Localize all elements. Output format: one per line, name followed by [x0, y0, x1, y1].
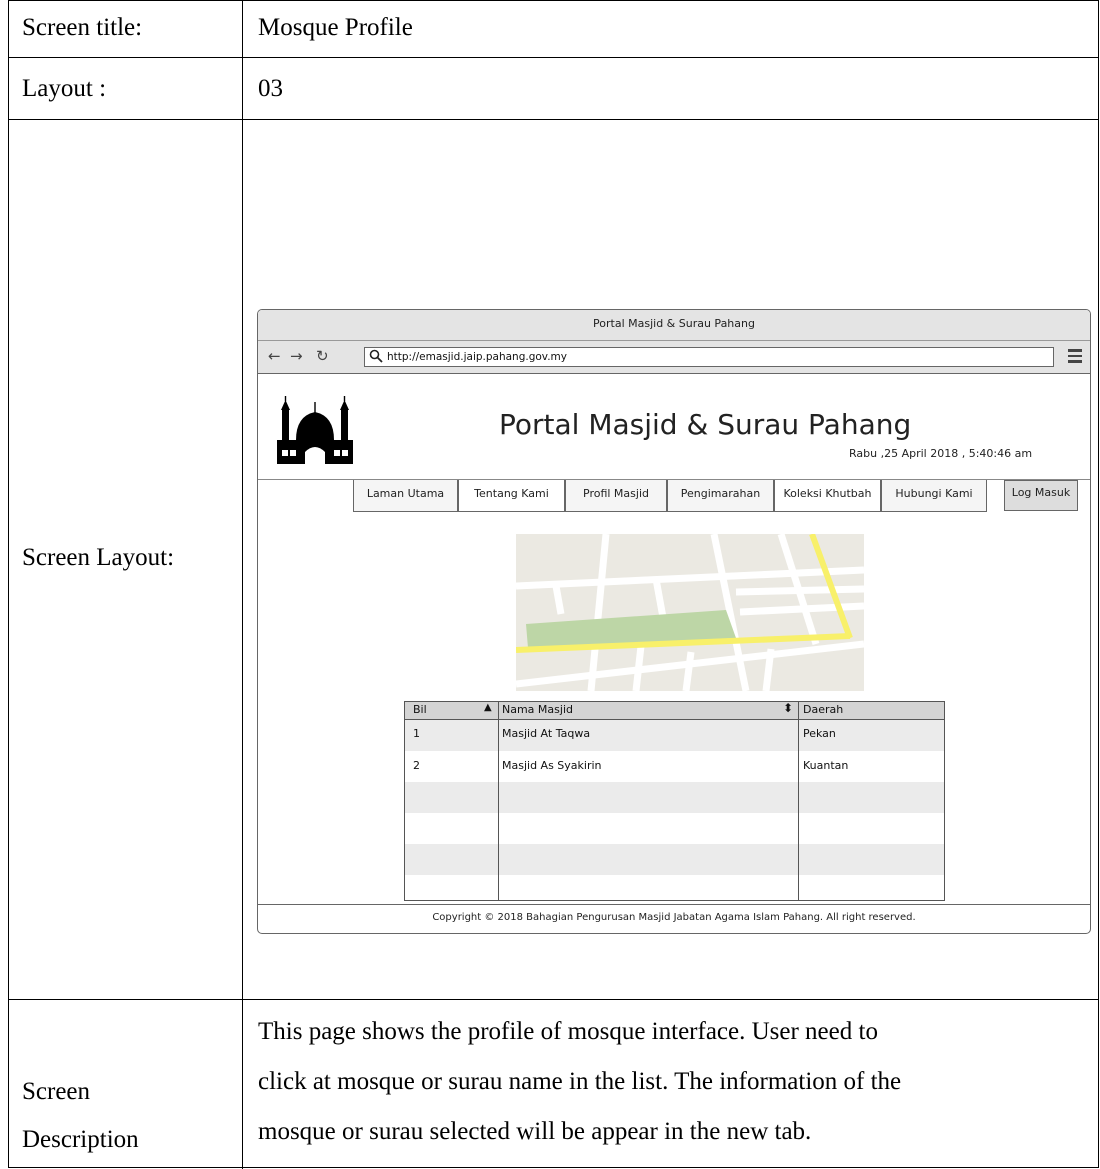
forward-arrow-icon[interactable]: → — [290, 345, 303, 367]
description-label-line1: Screen — [22, 1078, 91, 1105]
screen-title-value: Mosque Profile — [258, 14, 413, 41]
table-row[interactable] — [405, 844, 944, 875]
table-row-divider — [8, 119, 1099, 120]
description-line2: click at mosque or surau name in the lis… — [258, 1068, 902, 1095]
nav-tentang-kami[interactable]: Tentang Kami — [458, 480, 565, 512]
hamburger-menu-icon[interactable] — [1068, 349, 1082, 363]
browser-address-bar: ← → ↻ http://emasjid.jaip.pahang.gov.my — [258, 341, 1090, 374]
reload-icon[interactable]: ↻ — [316, 345, 329, 367]
map-widget[interactable] — [516, 534, 864, 691]
mosque-silhouette-icon — [277, 396, 353, 464]
layout-label: Layout : — [22, 75, 107, 102]
table-row[interactable] — [405, 720, 944, 751]
cell-daerah: Pekan — [803, 727, 836, 740]
cell-bil: 1 — [413, 727, 420, 740]
screen-title-label: Screen title: — [22, 14, 143, 41]
layout-value: 03 — [258, 75, 283, 102]
url-text: http://emasjid.jaip.pahang.gov.my — [387, 351, 567, 363]
cell-daerah: Kuantan — [803, 759, 849, 772]
header-bil[interactable]: Bil — [413, 703, 427, 716]
sort-toggle-icon[interactable]: ⬍ — [783, 701, 793, 715]
table-row[interactable] — [405, 782, 944, 813]
description-line1: This page shows the profile of mosque in… — [258, 1018, 878, 1045]
nav-laman-utama[interactable]: Laman Utama — [353, 480, 458, 512]
mosque-list-table: Bil ▲ Nama Masjid ⬍ Daerah 1 Masjid At T… — [404, 701, 945, 901]
cell-nama-masjid[interactable]: Masjid At Taqwa — [502, 727, 590, 740]
back-arrow-icon[interactable]: ← — [268, 345, 281, 367]
nav-hubungi-kami[interactable]: Hubungi Kami — [881, 480, 987, 512]
copyright-footer: Copyright © 2018 Bahagian Pengurusan Mas… — [432, 912, 916, 923]
nav-pengimarahan[interactable]: Pengimarahan — [667, 480, 774, 512]
search-icon — [369, 349, 383, 363]
screen-layout-label: Screen Layout: — [22, 544, 175, 571]
browser-mockup: Portal Masjid & Surau Pahang ← → ↻ http:… — [257, 309, 1091, 934]
description-label-line2: Description — [22, 1126, 139, 1153]
cell-bil: 2 — [413, 759, 420, 772]
footer-divider — [258, 904, 1090, 905]
browser-title-bar: Portal Masjid & Surau Pahang — [258, 310, 1090, 341]
table-row[interactable] — [405, 813, 944, 844]
login-button[interactable]: Log Masuk — [1004, 480, 1078, 511]
description-line3: mosque or surau selected will be appear … — [258, 1118, 812, 1145]
table-row-divider — [8, 999, 1099, 1000]
nav-koleksi-khutbah[interactable]: Koleksi Khutbah — [774, 480, 881, 512]
cell-nama-masjid[interactable]: Masjid As Syakirin — [502, 759, 602, 772]
sort-asc-icon[interactable]: ▲ — [484, 702, 492, 713]
header-nama-masjid[interactable]: Nama Masjid — [502, 703, 573, 716]
column-divider — [498, 702, 499, 900]
table-row-divider — [8, 57, 1099, 58]
nav-profil-masjid[interactable]: Profil Masjid — [565, 480, 667, 512]
header-daerah[interactable]: Daerah — [803, 703, 843, 716]
date-time: Rabu ,25 April 2018 , 5:40:46 am — [849, 447, 1033, 460]
url-field[interactable]: http://emasjid.jaip.pahang.gov.my — [364, 347, 1054, 367]
portal-title: Portal Masjid & Surau Pahang — [499, 408, 912, 441]
table-row[interactable] — [405, 751, 944, 782]
table-column-divider — [242, 0, 243, 1169]
column-divider — [798, 702, 799, 900]
